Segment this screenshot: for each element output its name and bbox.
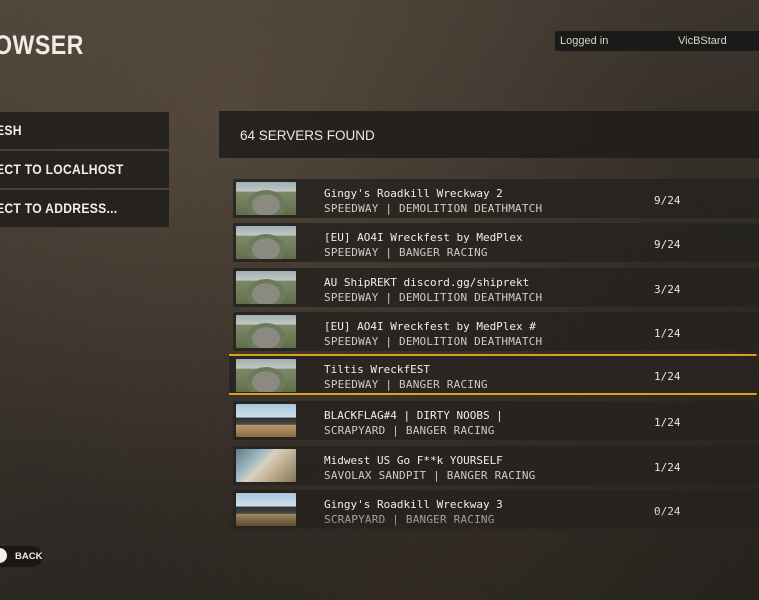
server-mode: SCRAPYARD | BANGER RACING (324, 513, 495, 526)
server-count: 64 SERVERS FOUND (240, 128, 375, 143)
server-row[interactable]: [EU] AO4I Wreckfest by MedPlex SPEEDWAY … (233, 223, 759, 262)
server-players: 9/24 (654, 238, 681, 251)
track-thumbnail (236, 226, 296, 259)
username: VicBStard (678, 35, 727, 47)
connect-localhost-label: ECT TO LOCALHOST (0, 162, 124, 177)
track-thumbnail (236, 315, 296, 348)
circle-button-icon (0, 548, 7, 563)
server-players: 3/24 (654, 283, 681, 296)
back-button-label: BACK (15, 551, 43, 562)
server-mode: SPEEDWAY | DEMOLITION DEATHMATCH (324, 335, 543, 348)
track-thumbnail (236, 404, 296, 437)
server-name: [EU] AO4I Wreckfest by MedPlex (324, 231, 523, 244)
server-mode: SAVOLAX SANDPIT | BANGER RACING (324, 469, 536, 482)
connect-localhost-button[interactable]: ECT TO LOCALHOST (0, 151, 169, 188)
server-row[interactable]: Gingy's Roadkill Wreckway 2 SPEEDWAY | D… (233, 179, 759, 218)
page-title: OWSER (0, 30, 84, 60)
server-list[interactable]: Gingy's Roadkill Wreckway 2 SPEEDWAY | D… (229, 176, 759, 528)
server-row[interactable]: Midwest US Go F**k YOURSELF SAVOLAX SAND… (233, 446, 759, 485)
server-name: BLACKFLAG#4 | DIRTY NOOBS | (324, 409, 503, 422)
server-count-header: 64 SERVERS FOUND (219, 111, 759, 158)
server-row-selected[interactable]: Tiltis WreckfEST SPEEDWAY | BANGER RACIN… (229, 354, 757, 395)
server-mode: SPEEDWAY | DEMOLITION DEATHMATCH (324, 291, 543, 304)
back-button[interactable]: BACK (0, 546, 42, 567)
track-thumbnail (236, 359, 296, 392)
server-players: 9/24 (654, 194, 681, 207)
server-players: 1/24 (654, 327, 681, 340)
server-mode: SPEEDWAY | DEMOLITION DEATHMATCH (324, 202, 543, 215)
server-name: AU ShipREKT discord.gg/shiprekt (324, 276, 530, 289)
server-mode: SPEEDWAY | BANGER RACING (324, 246, 488, 259)
server-mode: SPEEDWAY | BANGER RACING (324, 378, 488, 391)
server-mode: SCRAPYARD | BANGER RACING (324, 424, 495, 437)
refresh-button-label: ESH (0, 123, 22, 138)
login-status-label: Logged in (560, 35, 609, 47)
server-players: 1/24 (654, 370, 681, 383)
track-thumbnail (236, 271, 296, 304)
track-thumbnail (236, 493, 296, 526)
server-name: Tiltis WreckfEST (324, 363, 430, 376)
track-thumbnail (236, 182, 296, 215)
server-row[interactable]: [EU] AO4I Wreckfest by MedPlex # SPEEDWA… (233, 312, 759, 351)
server-players: 1/24 (654, 461, 681, 474)
refresh-button[interactable]: ESH (0, 112, 169, 149)
login-status: Logged in VicBStard (554, 30, 759, 52)
connect-address-button[interactable]: ECT TO ADDRESS... (0, 190, 169, 227)
server-players: 0/24 (654, 505, 681, 518)
connect-address-label: ECT TO ADDRESS... (0, 201, 118, 216)
server-name: [EU] AO4I Wreckfest by MedPlex # (324, 320, 536, 333)
server-players: 1/24 (654, 416, 681, 429)
server-row[interactable]: Gingy's Roadkill Wreckway 3 SCRAPYARD | … (233, 490, 759, 528)
server-name: Gingy's Roadkill Wreckway 2 (324, 187, 503, 200)
server-name: Gingy's Roadkill Wreckway 3 (324, 498, 503, 511)
server-row[interactable]: BLACKFLAG#4 | DIRTY NOOBS | SCRAPYARD | … (233, 401, 759, 440)
server-name: Midwest US Go F**k YOURSELF (324, 454, 503, 467)
track-thumbnail (236, 449, 296, 482)
server-row[interactable]: AU ShipREKT discord.gg/shiprekt SPEEDWAY… (233, 268, 759, 307)
